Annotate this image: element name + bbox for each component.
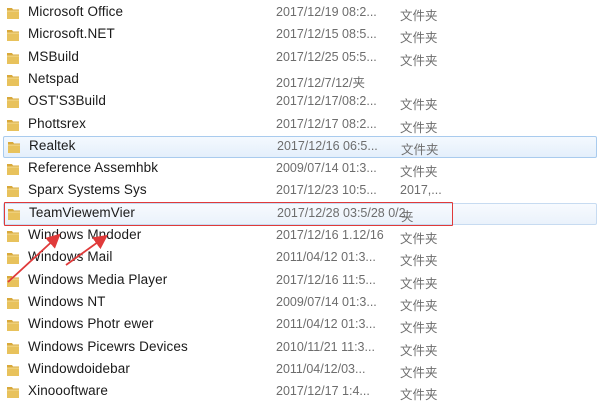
folder-type: 文件夹 (401, 142, 439, 157)
folder-date-modified: 2017/12/23 10:5... (276, 183, 377, 198)
folder-icon (7, 74, 19, 86)
folder-row[interactable]: Windows Photr ewer 2011/04/12 01:3... 文件夹 (0, 314, 600, 336)
folder-name: Netspad (28, 70, 79, 86)
folder-row[interactable]: Xinoooftware 2017/12/17 1:4... 文件夹 (0, 381, 600, 403)
folder-row[interactable]: Windows Media Player 2017/12/16 11:5... 文件… (0, 270, 600, 292)
folder-date-modified: 2017/12/7/12/夹 (276, 75, 365, 90)
folder-type: 文件夹 (400, 9, 438, 23)
folder-icon (7, 364, 19, 376)
folder-icon (7, 8, 19, 19)
folder-icon (7, 164, 19, 176)
folder-row[interactable]: Microsoft.NET 2017/12/15 08:5... 文件夹 (0, 24, 600, 46)
folder-icon (7, 231, 19, 242)
folder-type: 文件夹 (400, 254, 438, 269)
folder-row[interactable]: Phottsrex 2017/12/17 08:2... 文件夹 (0, 114, 600, 136)
folder-icon (7, 30, 19, 42)
folder-row[interactable]: Windowdoidebar 2011/04/12/03... 文件夹 (0, 359, 600, 381)
folder-row[interactable]: OST'S3Build 2017/12/17/08:2... 文件夹 (0, 91, 600, 113)
folder-date-modified: 2017/12/16 06:5... (277, 138, 378, 153)
folder-date-modified: 2009/07/14 01:3... (276, 294, 377, 309)
folder-name: Windows Photr ewer (28, 316, 154, 332)
folder-icon (7, 253, 19, 265)
folder-name: Windows NT (28, 293, 106, 309)
folder-date-modified: 2017/12/17 08:2... (276, 116, 377, 131)
folder-date-modified: 2017/12/16 11:5... (276, 272, 376, 287)
folder-date-modified: 2017/12/17/08:2... (276, 94, 377, 109)
folder-date-modified: 2010/11/21 11:3... (276, 339, 375, 354)
folder-icon (7, 297, 19, 309)
folder-icon (7, 342, 19, 354)
folder-icon (7, 186, 19, 198)
folder-name: OST'S3Build (28, 93, 106, 109)
folder-date-modified: 2017/12/19 08:2... (276, 5, 377, 19)
folder-row[interactable]: Windows NT 2009/07/14 01:3... 文件夹 (0, 292, 600, 314)
folder-type: 2017,... (400, 183, 442, 198)
folder-date-modified: 2017/12/15 08:5... (276, 27, 377, 42)
folder-icon (7, 275, 19, 287)
folder-name: Windows Mndoder (28, 227, 142, 242)
folder-row[interactable]: Realtek 2017/12/16 06:5... 文件夹 (3, 135, 597, 158)
file-list: Microsoft Office 2017/12/19 08:2... 文件夹 Mic… (0, 0, 600, 404)
folder-row[interactable]: Sparx Systems Sys 2017/12/23 10:5... 2017,… (0, 180, 600, 202)
folder-row[interactable]: Microsoft Office 2017/12/19 08:2... 文件夹 (0, 2, 600, 24)
folder-row[interactable]: Windows Mndoder 2017/12/16 1.12/16 文件夹 (0, 225, 600, 247)
folder-name: Reference Assemhbk (28, 160, 159, 176)
folder-name: Xinoooftware (28, 383, 108, 399)
folder-type: 文件夹 (400, 298, 438, 313)
folder-type: 文件夹 (400, 343, 438, 358)
folder-name: Realtek (29, 137, 76, 153)
folder-row[interactable]: Reference Assemhbk 2009/07/14 01:3... 文件夹 (0, 158, 600, 180)
folder-icon (7, 97, 19, 109)
folder-type: 文件夹 (400, 31, 438, 46)
folder-type: 文件夹 (400, 120, 438, 135)
folder-name: Microsoft.NET (28, 26, 115, 42)
folder-name: Windows Media Player (28, 271, 168, 287)
folder-type: 文件夹 (400, 232, 438, 246)
folder-name: Phottsrex (28, 115, 86, 131)
folder-name: Sparx Systems Sys (28, 182, 147, 198)
folder-type: 文件夹 (400, 365, 438, 380)
folder-icon (7, 52, 19, 64)
annotation-highlight-box (4, 202, 453, 226)
folder-type: 文件夹 (400, 98, 438, 113)
folder-name: MSBuild (28, 48, 79, 64)
folder-icon (7, 387, 19, 399)
folder-date-modified: 2011/04/12 01:3... (276, 250, 376, 265)
folder-date-modified: 2011/04/12 01:3... (276, 317, 376, 332)
folder-row[interactable]: Windows Picewrs Devices 2010/11/21 11:3..… (0, 337, 600, 359)
folder-type: 文件夹 (400, 321, 438, 336)
folder-type: 文件夹 (400, 276, 438, 291)
folder-date-modified: 2017/12/25 05:5... (276, 49, 377, 64)
folder-name: Microsoft Office (28, 4, 124, 19)
folder-row[interactable]: Netspad 2017/12/7/12/夹 (0, 69, 600, 91)
folder-date-modified: 2009/07/14 01:3... (276, 161, 377, 176)
folder-date-modified: 2017/12/17 1:4... (276, 384, 370, 399)
folder-type: 文件夹 (400, 53, 438, 68)
folder-name: Windowdoidebar (28, 360, 130, 376)
folder-icon (7, 320, 19, 332)
folder-name: Windows Picewrs Devices (28, 338, 188, 354)
folder-name: Windows Mail (28, 249, 113, 265)
folder-row[interactable]: MSBuild 2017/12/25 05:5... 文件夹 (0, 47, 600, 69)
folder-date-modified: 2017/12/16 1.12/16 (276, 228, 384, 242)
folder-row[interactable]: Windows Mail 2011/04/12 01:3... 文件夹 (0, 247, 600, 269)
folder-icon (8, 141, 20, 153)
folder-type: 文件夹 (400, 165, 438, 180)
folder-type: 文件夹 (400, 388, 438, 403)
folder-date-modified: 2011/04/12/03... (276, 361, 366, 376)
folder-icon (7, 119, 19, 131)
